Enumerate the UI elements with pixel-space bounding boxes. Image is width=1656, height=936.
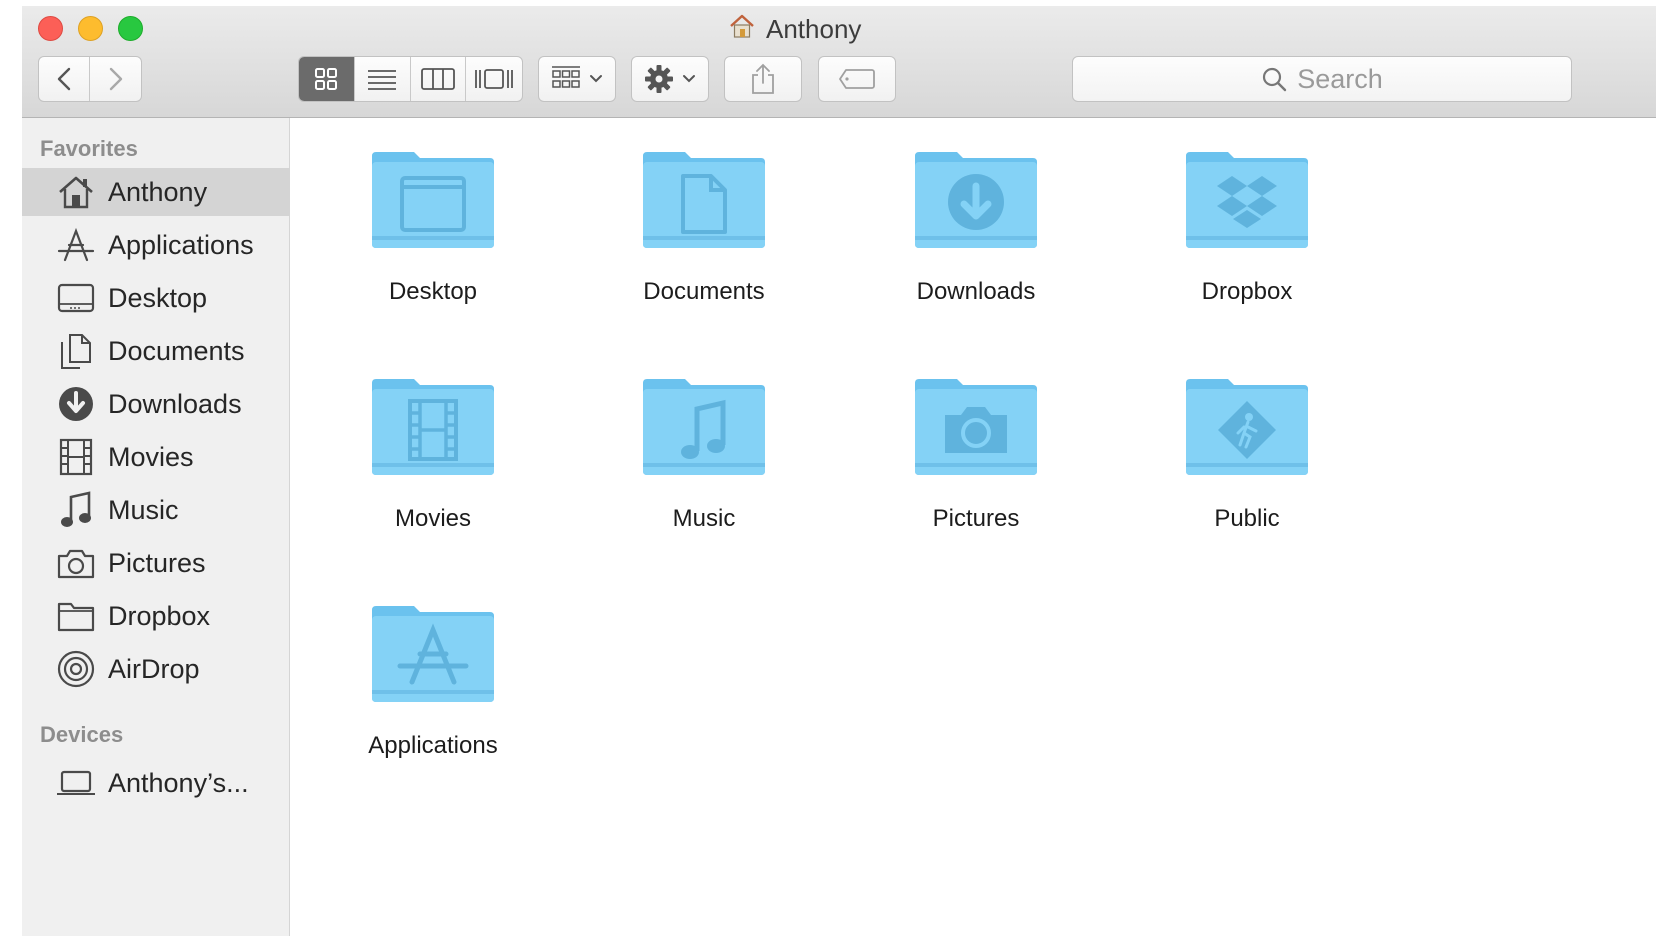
favorites-section-title: Favorites — [40, 136, 138, 161]
applications-folder-icon — [372, 606, 494, 702]
music-icon — [56, 490, 96, 530]
file-browser: Desktop Documents Downloads Dropbox Movi… — [292, 118, 1656, 936]
desktop-icon — [56, 278, 96, 318]
arrange-button[interactable] — [538, 56, 616, 102]
sidebar-item-label: Movies — [108, 441, 194, 472]
gear-icon — [645, 65, 673, 93]
chevron-down-icon — [590, 75, 602, 83]
sidebar-item-label: Desktop — [108, 282, 208, 313]
folder-item-documents[interactable]: Documents — [594, 148, 814, 348]
share-icon — [752, 63, 774, 94]
folder-item-movies[interactable]: Movies — [323, 375, 543, 575]
tag-icon — [839, 69, 875, 89]
window-title-text: Anthony — [766, 13, 862, 44]
chevron-left-icon — [57, 67, 71, 91]
movies-folder-icon — [372, 379, 494, 475]
arrange-icon — [552, 66, 580, 88]
downloads-folder-icon — [915, 152, 1037, 248]
home-icon — [728, 12, 756, 47]
sidebar-item-movies[interactable]: Movies — [22, 433, 290, 481]
chevron-down-icon — [683, 75, 695, 83]
folder-item-dropbox[interactable]: Dropbox — [1137, 148, 1357, 348]
grid-icon — [315, 68, 338, 90]
nav-buttons — [38, 56, 142, 102]
sidebar-item-label: Dropbox — [108, 600, 211, 631]
sidebar-item-label: Music — [108, 494, 179, 525]
close-button[interactable] — [38, 16, 63, 41]
movies-icon — [56, 437, 96, 477]
sidebar-item-applications[interactable]: Applications — [22, 221, 290, 269]
sidebar-item-label: Applications — [108, 229, 254, 260]
sidebar-item-device[interactable]: Anthony’s... — [22, 759, 290, 807]
sidebar-item-downloads[interactable]: Downloads — [22, 380, 290, 428]
folder-item-music[interactable]: Music — [594, 375, 814, 575]
devices-section-title: Devices — [40, 722, 124, 747]
sidebar-item-label: Downloads — [108, 388, 242, 419]
documents-folder-icon — [643, 152, 765, 248]
sidebar-item-documents[interactable]: Documents — [22, 327, 290, 375]
toolbar: Anthony Search — [22, 6, 1656, 118]
sidebar-item-pictures[interactable]: Pictures — [22, 539, 290, 587]
icon-view-button[interactable] — [299, 57, 355, 101]
folder-item-pictures[interactable]: Pictures — [866, 375, 1086, 575]
tag-button[interactable] — [818, 56, 896, 102]
folder-label: Pictures — [932, 505, 1020, 532]
dropbox-folder-icon — [1186, 152, 1308, 248]
sidebar-item-dropbox[interactable]: Dropbox — [22, 592, 290, 640]
folder-icon — [56, 596, 96, 636]
cover-flow-view-button[interactable] — [466, 57, 522, 101]
sidebar-item-label: Anthony — [108, 176, 208, 207]
music-folder-icon — [643, 379, 765, 475]
sidebar-item-label: AirDrop — [108, 653, 200, 684]
downloads-icon — [56, 384, 96, 424]
folder-label: Applications — [368, 732, 498, 759]
search-placeholder: Search — [1297, 63, 1383, 94]
cover-flow-icon — [475, 69, 514, 89]
folder-label: Desktop — [388, 278, 478, 305]
forward-button[interactable] — [90, 57, 141, 101]
folder-label: Documents — [643, 278, 765, 305]
documents-icon — [56, 331, 96, 371]
folder-label: Music — [672, 505, 736, 532]
search-field[interactable]: Search — [1072, 56, 1572, 102]
window-title: Anthony — [728, 14, 861, 44]
back-button[interactable] — [39, 57, 91, 101]
home-icon — [56, 172, 96, 212]
chevron-right-icon — [109, 67, 122, 91]
airdrop-icon — [56, 649, 96, 689]
sidebar-item-label: Pictures — [108, 547, 206, 578]
sidebar-item-label: Documents — [108, 335, 245, 366]
sidebar-item-airdrop[interactable]: AirDrop — [22, 645, 290, 693]
applications-icon — [56, 225, 96, 265]
search-icon — [1263, 67, 1287, 92]
sidebar-item-label: Anthony’s... — [108, 767, 249, 798]
public-folder-icon — [1186, 379, 1308, 475]
desktop-folder-icon — [372, 152, 494, 248]
minimize-button[interactable] — [78, 16, 103, 41]
finder-window: Anthony Search Favorites Anthony Applica… — [22, 6, 1656, 936]
share-button[interactable] — [724, 56, 802, 102]
list-icon — [368, 70, 397, 90]
folder-item-desktop[interactable]: Desktop — [323, 148, 543, 348]
view-mode-control — [298, 56, 523, 102]
column-view-button[interactable] — [411, 57, 467, 101]
folder-label: Movies — [394, 505, 472, 532]
folder-item-downloads[interactable]: Downloads — [866, 148, 1086, 348]
folder-item-public[interactable]: Public — [1137, 375, 1357, 575]
columns-icon — [420, 68, 455, 90]
sidebar: Favorites Anthony Applications Desktop D… — [22, 118, 290, 936]
sidebar-item-anthony[interactable]: Anthony — [22, 168, 290, 216]
laptop-icon — [56, 763, 96, 803]
action-button[interactable] — [631, 56, 709, 102]
pictures-folder-icon — [915, 379, 1037, 475]
list-view-button[interactable] — [355, 57, 411, 101]
sidebar-item-music[interactable]: Music — [22, 486, 290, 534]
folder-label: Public — [1214, 505, 1280, 532]
folder-item-applications[interactable]: Applications — [323, 602, 543, 802]
camera-icon — [56, 543, 96, 583]
folder-label: Downloads — [916, 278, 1036, 305]
sidebar-item-desktop[interactable]: Desktop — [22, 274, 290, 322]
zoom-button[interactable] — [118, 16, 143, 41]
folder-label: Dropbox — [1201, 278, 1293, 305]
